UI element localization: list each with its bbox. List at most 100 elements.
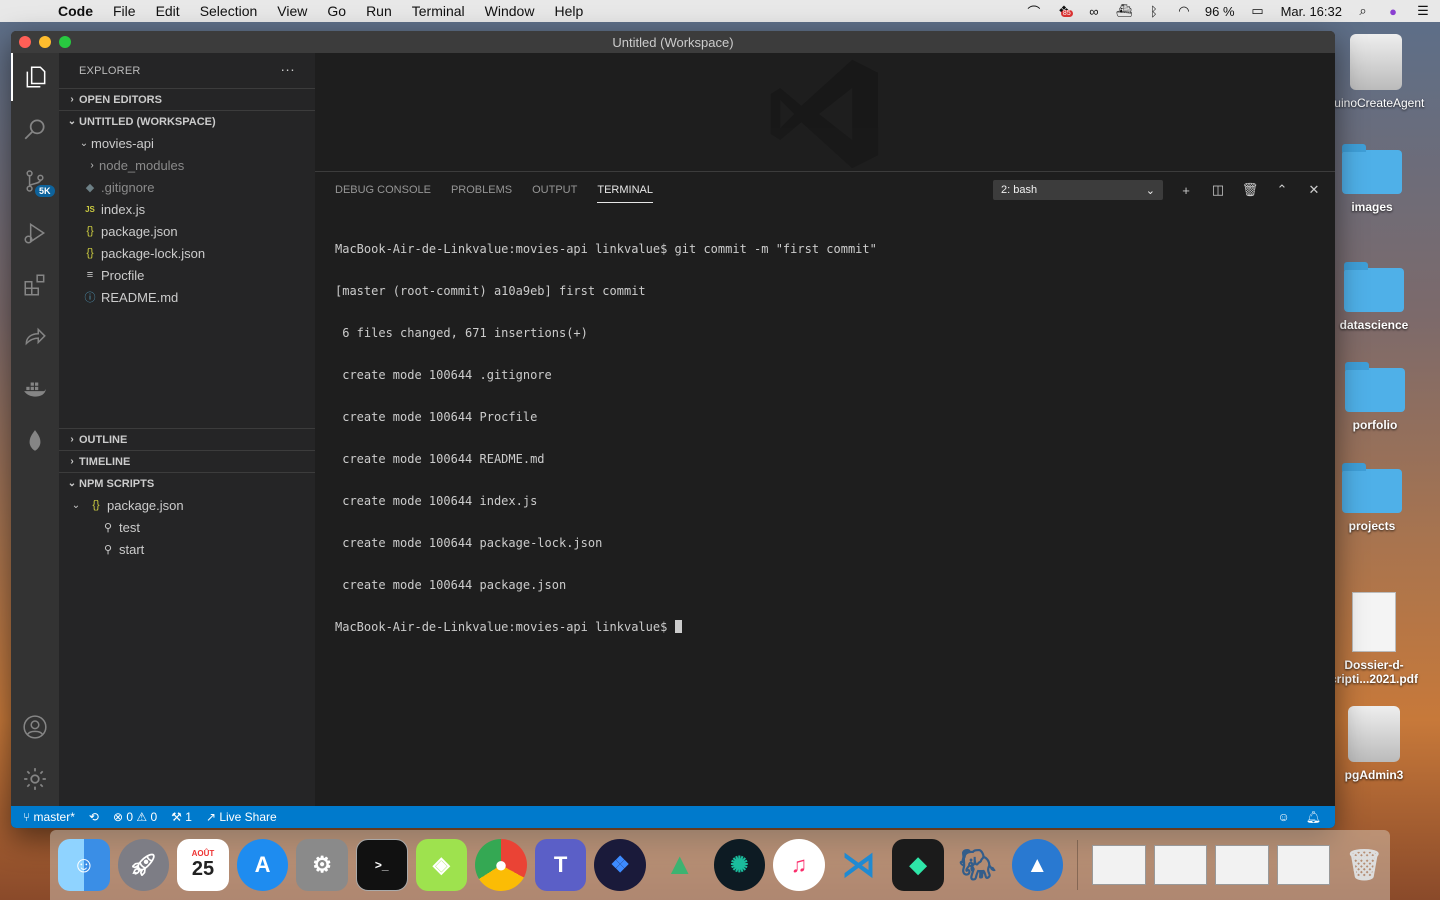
minimize-window-button[interactable] [39, 36, 51, 48]
pgadmin-dock-icon[interactable]: 🐘︎ [952, 839, 1004, 891]
wifi-icon[interactable]: ◠ [1175, 3, 1193, 18]
feedback-icon[interactable]: ☺ [1278, 810, 1290, 824]
menu-selection[interactable]: Selection [190, 3, 268, 19]
desktop-folder-images[interactable]: images [1322, 144, 1422, 214]
arch-icon[interactable]: ⌒ [1025, 4, 1043, 20]
desktop-folder-porfolio[interactable]: porfolio [1325, 362, 1425, 432]
menu-terminal[interactable]: Terminal [402, 3, 475, 19]
clock[interactable]: Mar. 16:32 [1281, 4, 1342, 19]
tree-item-node-modules[interactable]: › node_modules [59, 154, 315, 176]
chrome-dock-icon[interactable]: ● [475, 839, 527, 891]
npm-script-test[interactable]: ⚲ test [59, 516, 315, 538]
maximize-panel-icon[interactable]: ⌃ [1273, 181, 1291, 199]
window-thumbnail[interactable] [1215, 845, 1269, 885]
tab-output[interactable]: OUTPUT [532, 178, 577, 202]
vscode-dock-icon[interactable]: ⋊ [833, 839, 885, 891]
menu-go[interactable]: Go [317, 3, 356, 19]
tab-problems[interactable]: PROBLEMS [451, 178, 512, 202]
npm-package-json[interactable]: ⌄ {} package.json [59, 494, 315, 516]
new-terminal-icon[interactable]: + [1177, 181, 1195, 199]
spotlight-search-icon[interactable]: ⌕ [1354, 3, 1372, 18]
menu-window[interactable]: Window [475, 3, 545, 19]
rocket-app-dock-icon[interactable]: ▲ [654, 839, 706, 891]
npm-script-start[interactable]: ⚲ start [59, 538, 315, 560]
menu-run[interactable]: Run [356, 3, 402, 19]
desktop-file-pdf[interactable]: Dossier-d-cripti...2021.pdf [1324, 592, 1424, 686]
dropbox-status-icon[interactable]: ❖85 [1055, 3, 1073, 18]
trash-icon[interactable]: 🗑 [1241, 181, 1259, 199]
section-timeline[interactable]: › TIMELINE [59, 450, 315, 472]
dropbox-dock-icon[interactable]: ❖ [594, 839, 646, 891]
system-preferences-dock-icon[interactable]: ⚙ [296, 839, 348, 891]
tree-item-readme[interactable]: ⓘ README.md [59, 286, 315, 308]
more-actions-icon[interactable]: ··· [280, 61, 295, 77]
sync-icon[interactable]: ⟲ [89, 810, 99, 824]
terminal-select[interactable]: 2: bash ⌄ [993, 180, 1163, 200]
tree-item-gitignore[interactable]: ◆ .gitignore [59, 176, 315, 198]
problems-status[interactable]: ⊗ 0 ⚠ 0 [113, 810, 157, 824]
desktop-item-pgadmin[interactable]: pgAdmin3 [1324, 706, 1424, 782]
accounts-icon[interactable] [11, 703, 59, 751]
live-share-status[interactable]: ↗ Live Share [206, 810, 277, 824]
tab-terminal[interactable]: TERMINAL [597, 178, 653, 203]
tab-debug-console[interactable]: DEBUG CONSOLE [335, 178, 431, 202]
finder-dock-icon[interactable]: ☺ [58, 839, 110, 891]
gear-icon[interactable] [11, 755, 59, 803]
menu-app-name[interactable]: Code [48, 3, 103, 19]
tree-folder-movies-api[interactable]: ⌄ movies-api [59, 132, 315, 154]
tree-item-procfile[interactable]: ≡ Procfile [59, 264, 315, 286]
chevron-right-icon: › [70, 456, 74, 467]
split-terminal-icon[interactable]: ◫ [1209, 181, 1227, 199]
docker-activity-icon[interactable] [11, 365, 59, 413]
desktop-folder-projects[interactable]: projects [1322, 463, 1422, 533]
siri-icon[interactable]: ● [1384, 4, 1402, 19]
tree-item-package-json[interactable]: {} package.json [59, 220, 315, 242]
music-dock-icon[interactable]: ♫ [773, 839, 825, 891]
menu-help[interactable]: Help [544, 3, 593, 19]
section-npm-scripts[interactable]: ⌄ NPM SCRIPTS [59, 472, 315, 494]
search-activity-icon[interactable] [11, 105, 59, 153]
explorer-activity-icon[interactable] [11, 53, 59, 101]
window-thumbnail[interactable] [1092, 845, 1146, 885]
battery-icon[interactable]: ▭ [1247, 3, 1269, 18]
tree-item-index-js[interactable]: JS index.js [59, 198, 315, 220]
notification-center-icon[interactable]: ☰ [1414, 3, 1432, 18]
section-outline[interactable]: › OUTLINE [59, 428, 315, 450]
tree-item-package-lock-json[interactable]: {} package-lock.json [59, 242, 315, 264]
extensions-activity-icon[interactable] [11, 261, 59, 309]
bluetooth-icon[interactable]: ᛒ [1145, 4, 1163, 19]
close-window-button[interactable] [19, 36, 31, 48]
bell-icon[interactable]: 🔔︎ [1306, 810, 1321, 824]
menu-edit[interactable]: Edit [146, 3, 190, 19]
editor-area[interactable] [315, 53, 1335, 171]
section-open-editors[interactable]: › OPEN EDITORS [59, 88, 315, 110]
source-control-activity-icon[interactable]: 5K [11, 157, 59, 205]
terminal-output[interactable]: MacBook-Air-de-Linkvalue:movies-api link… [315, 208, 1335, 668]
figma-like-dock-icon[interactable]: ◆ [892, 839, 944, 891]
ports-status[interactable]: ⚒ 1 [171, 810, 192, 824]
calendar-dock-icon[interactable]: AOÛT 25 [177, 839, 229, 891]
app-store-dock-icon[interactable]: A [236, 839, 289, 891]
docker-status-icon[interactable]: ⛴ [1115, 3, 1133, 18]
gitkraken-dock-icon[interactable]: ✺ [713, 839, 766, 891]
section-workspace[interactable]: ⌄ UNTITLED (WORKSPACE) [59, 110, 315, 132]
desktop-folder-datascience[interactable]: datascience [1324, 262, 1424, 332]
close-panel-icon[interactable]: ✕ [1305, 181, 1323, 199]
mongodb-activity-icon[interactable] [11, 417, 59, 465]
live-share-activity-icon[interactable] [11, 313, 59, 361]
maximize-window-button[interactable] [59, 36, 71, 48]
infinity-icon[interactable]: ∞ [1085, 4, 1103, 19]
menu-file[interactable]: File [103, 3, 146, 19]
camo-dock-icon[interactable]: ▲ [1011, 839, 1064, 891]
window-thumbnail[interactable] [1276, 845, 1331, 885]
trash-icon[interactable]: 🗑︎ [1338, 839, 1390, 891]
launchpad-dock-icon[interactable]: 🚀︎ [117, 839, 170, 891]
cube-app-dock-icon[interactable]: ◈ [415, 839, 468, 891]
menu-view[interactable]: View [267, 3, 317, 19]
run-debug-activity-icon[interactable] [11, 209, 59, 257]
window-thumbnail[interactable] [1153, 845, 1208, 885]
desktop-item-drive[interactable]: duinoCreateAgent [1326, 34, 1426, 110]
terminal-dock-icon[interactable]: >_ [355, 839, 408, 891]
teams-dock-icon[interactable]: T [534, 839, 587, 891]
git-branch-status[interactable]: ⑂ master* [23, 810, 75, 824]
